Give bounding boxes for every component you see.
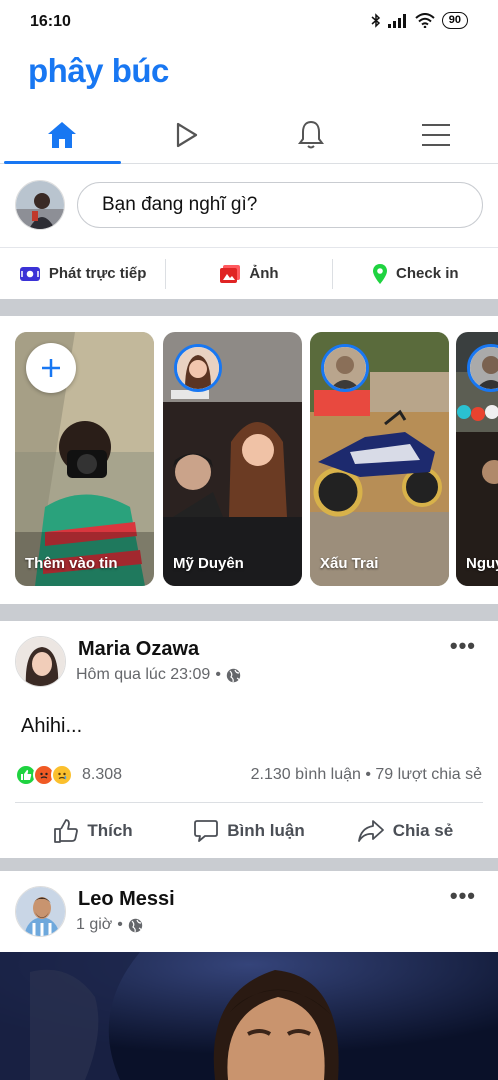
photo-button[interactable]: Ảnh	[165, 258, 331, 289]
share-button[interactable]: Chia sẻ	[327, 819, 483, 843]
tab-watch[interactable]	[125, 106, 250, 163]
post-header: Maria Ozawa Hôm qua lúc 23:09 • •••	[0, 621, 498, 691]
tab-home[interactable]	[0, 106, 125, 164]
comment-button[interactable]: Bình luận	[171, 818, 327, 844]
globe-icon	[226, 668, 241, 682]
live-button[interactable]: Phát trực tiếp	[0, 259, 165, 289]
plus-icon	[42, 359, 60, 377]
globe-icon	[128, 918, 143, 932]
more-options-button[interactable]: •••	[450, 633, 476, 659]
story-avatar	[321, 344, 369, 392]
story-label: Thêm vào tin	[25, 555, 118, 572]
post-time[interactable]: 1 giờ	[76, 916, 112, 934]
watch-icon	[176, 122, 197, 147]
share-icon	[357, 819, 384, 842]
menu-icon	[421, 123, 450, 146]
story-label: Xấu Trai	[320, 555, 379, 572]
author-avatar[interactable]	[15, 636, 66, 687]
comment-share-stats[interactable]: 2.130 bình luận • 79 lượt chia sẻ	[251, 766, 482, 784]
thumbs-up-icon	[54, 818, 79, 843]
story-label: Mỹ Duyên	[173, 555, 244, 572]
story-label: Nguy	[466, 555, 498, 572]
comment-icon	[194, 819, 219, 842]
post-image[interactable]	[0, 952, 498, 1080]
wifi-icon	[415, 13, 435, 28]
post-photo	[0, 952, 498, 1080]
bluetooth-icon	[371, 13, 380, 28]
divider	[0, 858, 498, 871]
author-avatar[interactable]	[15, 886, 66, 937]
meta-dot: •	[215, 666, 221, 683]
post-header: Leo Messi 1 giờ • •••	[0, 871, 498, 941]
live-label: Phát trực tiếp	[48, 265, 147, 282]
composer-input[interactable]: Bạn đang nghĩ gì?	[77, 182, 483, 228]
add-story-button[interactable]	[26, 343, 76, 393]
location-pin-icon	[373, 263, 388, 284]
divider	[0, 604, 498, 621]
create-actions-bar: Phát trực tiếp Ảnh Check in	[0, 247, 498, 299]
share-label: Chia sẻ	[392, 820, 454, 840]
photo-icon	[220, 264, 241, 283]
story-card[interactable]: Mỹ Duyên	[163, 332, 302, 586]
sad-reaction-icon	[51, 764, 73, 786]
status-bar: 16:10 90	[0, 0, 498, 44]
signal-icon	[387, 13, 406, 28]
reaction-icons	[15, 764, 73, 786]
bell-icon	[298, 120, 325, 148]
checkin-button[interactable]: Check in	[331, 258, 498, 289]
photo-label: Ảnh	[249, 265, 279, 282]
meta-dot: •	[117, 916, 123, 933]
user-avatar[interactable]	[15, 180, 65, 230]
comment-label: Bình luận	[227, 820, 305, 840]
post-meta: Hôm qua lúc 23:09 •	[76, 666, 241, 684]
main-nav	[0, 106, 498, 164]
stories-tray: Thêm vào tin Mỹ Duyên Xấu Trai Ngu	[0, 316, 498, 604]
post-time[interactable]: Hôm qua lúc 23:09	[76, 666, 210, 684]
post-author[interactable]: Leo Messi	[78, 888, 175, 911]
battery-indicator: 90	[441, 12, 468, 29]
story-card[interactable]: Nguy	[456, 332, 498, 586]
app-title: phây búc	[28, 52, 169, 89]
divider	[0, 299, 498, 316]
post-author[interactable]: Maria Ozawa	[78, 638, 199, 661]
post-meta: 1 giờ •	[76, 916, 143, 934]
post-actions: Thích Bình luận Chia sẻ	[15, 802, 483, 858]
tab-menu[interactable]	[374, 106, 498, 163]
reaction-count: 8.308	[82, 766, 123, 783]
story-avatar	[174, 344, 222, 392]
post-text: Ahihi...	[21, 715, 83, 737]
post-composer: Bạn đang nghĩ gì?	[0, 165, 498, 247]
status-icons: 90	[371, 12, 468, 29]
tab-notifications[interactable]	[249, 106, 374, 163]
checkin-label: Check in	[396, 265, 459, 282]
status-time: 16:10	[30, 13, 71, 30]
like-button[interactable]: Thích	[15, 818, 171, 844]
story-card-add[interactable]: Thêm vào tin	[15, 332, 154, 586]
live-video-icon	[19, 266, 40, 281]
like-label: Thích	[87, 820, 133, 840]
home-icon	[48, 121, 77, 148]
reactions-row[interactable]: 8.308 2.130 bình luận • 79 lượt chia sẻ	[0, 758, 498, 790]
story-card[interactable]: Xấu Trai	[310, 332, 449, 586]
more-options-button[interactable]: •••	[450, 883, 476, 909]
